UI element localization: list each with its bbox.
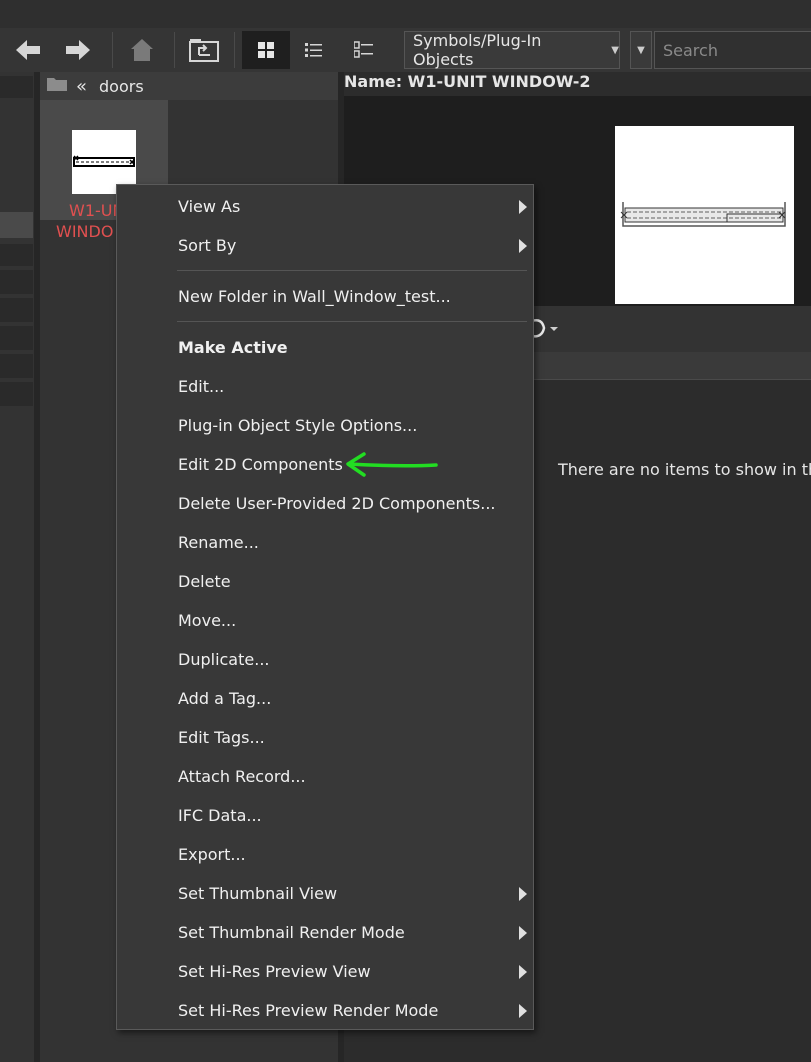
list-view-icon[interactable] <box>296 31 332 69</box>
submenu-arrow-icon <box>519 887 527 901</box>
menu-item-label: Plug-in Object Style Options... <box>178 416 418 435</box>
menu-item-edit-tags[interactable]: Edit Tags... <box>117 718 533 757</box>
menu-separator <box>177 321 527 322</box>
forward-arrow-icon[interactable] <box>58 31 98 69</box>
breadcrumb: « doors <box>40 72 338 100</box>
menu-item-label: View As <box>178 197 241 216</box>
menu-item-label: Add a Tag... <box>178 689 272 708</box>
chevron-down-icon: ▼ <box>637 44 645 56</box>
tree-row[interactable] <box>0 298 33 322</box>
chevron-down-icon: ▼ <box>611 44 619 56</box>
menu-item-label: Delete User-Provided 2D Components... <box>178 494 496 513</box>
menu-item-label: Delete <box>178 572 231 591</box>
toolbar: Symbols/Plug-In Objects ▼ ▼ <box>0 28 811 72</box>
menu-separator <box>177 270 527 271</box>
menu-item-make-active[interactable]: Make Active <box>117 328 533 367</box>
parent-folder-icon[interactable] <box>184 31 224 69</box>
menu-item-label: Edit Tags... <box>178 728 265 747</box>
detail-view-icon[interactable] <box>346 31 382 69</box>
annotation-arrow-icon <box>346 452 438 477</box>
menu-item-label: Rename... <box>178 533 259 552</box>
menu-item-rename[interactable]: Rename... <box>117 523 533 562</box>
menu-item-set-thumbnail-render-mode[interactable]: Set Thumbnail Render Mode <box>117 913 533 952</box>
window-preview-image <box>615 126 794 304</box>
menu-item-move[interactable]: Move... <box>117 601 533 640</box>
menu-item-add-tag[interactable]: Add a Tag... <box>117 679 533 718</box>
submenu-arrow-icon <box>519 1004 527 1018</box>
current-folder-name: doors <box>99 76 144 96</box>
menu-item-label: Export... <box>178 845 246 864</box>
collapse-breadcrumb-button[interactable]: « <box>76 76 87 97</box>
menu-item-label: Move... <box>178 611 237 630</box>
tree-row[interactable] <box>0 382 33 406</box>
menu-item-sort-by[interactable]: Sort By <box>117 226 533 265</box>
tree-row[interactable] <box>0 354 33 378</box>
menu-item-new-folder[interactable]: New Folder in Wall_Window_test... <box>117 277 533 316</box>
menu-item-ifc-data[interactable]: IFC Data... <box>117 796 533 835</box>
menu-item-label: Set Hi-Res Preview Render Mode <box>178 1001 439 1020</box>
submenu-arrow-icon <box>519 200 527 214</box>
menu-item-label: Attach Record... <box>178 767 306 786</box>
menu-item-delete-user-2d-components[interactable]: Delete User-Provided 2D Components... <box>117 484 533 523</box>
toolbar-separator <box>174 32 175 68</box>
library-selector-dropdown[interactable]: Symbols/Plug-In Objects ▼ <box>404 31 620 69</box>
title-bar <box>0 0 811 28</box>
menu-item-label: Edit 2D Components <box>178 455 343 474</box>
submenu-arrow-icon <box>519 239 527 253</box>
menu-item-duplicate[interactable]: Duplicate... <box>117 640 533 679</box>
render-mode-icon[interactable] <box>530 318 566 344</box>
menu-item-label: Set Hi-Res Preview View <box>178 962 371 981</box>
menu-item-label: New Folder in Wall_Window_test... <box>178 287 451 306</box>
submenu-arrow-icon <box>519 926 527 940</box>
empty-list-message: There are no items to show in this <box>558 460 811 479</box>
search-input[interactable] <box>654 31 811 69</box>
menu-item-view-as[interactable]: View As <box>117 187 533 226</box>
resource-name-label: Name: W1-UNIT WINDOW-2 <box>344 72 591 91</box>
menu-item-set-hires-preview-render-mode[interactable]: Set Hi-Res Preview Render Mode <box>117 991 533 1030</box>
menu-item-label: Set Thumbnail Render Mode <box>178 923 405 942</box>
menu-item-label: Duplicate... <box>178 650 270 669</box>
tree-row[interactable] <box>0 244 33 266</box>
thumbnail-view-icon[interactable] <box>242 31 290 69</box>
menu-item-label: Sort By <box>178 236 237 255</box>
menu-item-delete[interactable]: Delete <box>117 562 533 601</box>
toolbar-separator <box>112 32 113 68</box>
menu-item-label: Set Thumbnail View <box>178 884 338 903</box>
menu-item-edit-2d-components[interactable]: Edit 2D Components <box>117 445 533 484</box>
menu-item-edit[interactable]: Edit... <box>117 367 533 406</box>
menu-item-set-thumbnail-view[interactable]: Set Thumbnail View <box>117 874 533 913</box>
context-menu: View As Sort By New Folder in Wall_Windo… <box>116 184 534 1030</box>
menu-item-label: IFC Data... <box>178 806 262 825</box>
toolbar-separator <box>234 32 235 68</box>
menu-item-label: Edit... <box>178 377 225 396</box>
menu-item-export[interactable]: Export... <box>117 835 533 874</box>
search-options-dropdown[interactable]: ▼ <box>630 31 652 69</box>
menu-item-set-hires-preview-view[interactable]: Set Hi-Res Preview View <box>117 952 533 991</box>
tree-row[interactable] <box>0 326 33 350</box>
folder-icon <box>46 76 68 96</box>
tree-row-selected[interactable] <box>0 212 33 238</box>
folder-tree-panel <box>0 72 34 1062</box>
menu-item-plugin-style-options[interactable]: Plug-in Object Style Options... <box>117 406 533 445</box>
library-selector-label: Symbols/Plug-In Objects <box>413 31 542 69</box>
back-arrow-icon[interactable] <box>8 31 48 69</box>
submenu-arrow-icon <box>519 965 527 979</box>
home-icon[interactable] <box>122 31 162 69</box>
menu-item-label: Make Active <box>178 338 288 357</box>
tree-row[interactable] <box>0 76 33 98</box>
menu-item-attach-record[interactable]: Attach Record... <box>117 757 533 796</box>
tree-row[interactable] <box>0 270 33 294</box>
